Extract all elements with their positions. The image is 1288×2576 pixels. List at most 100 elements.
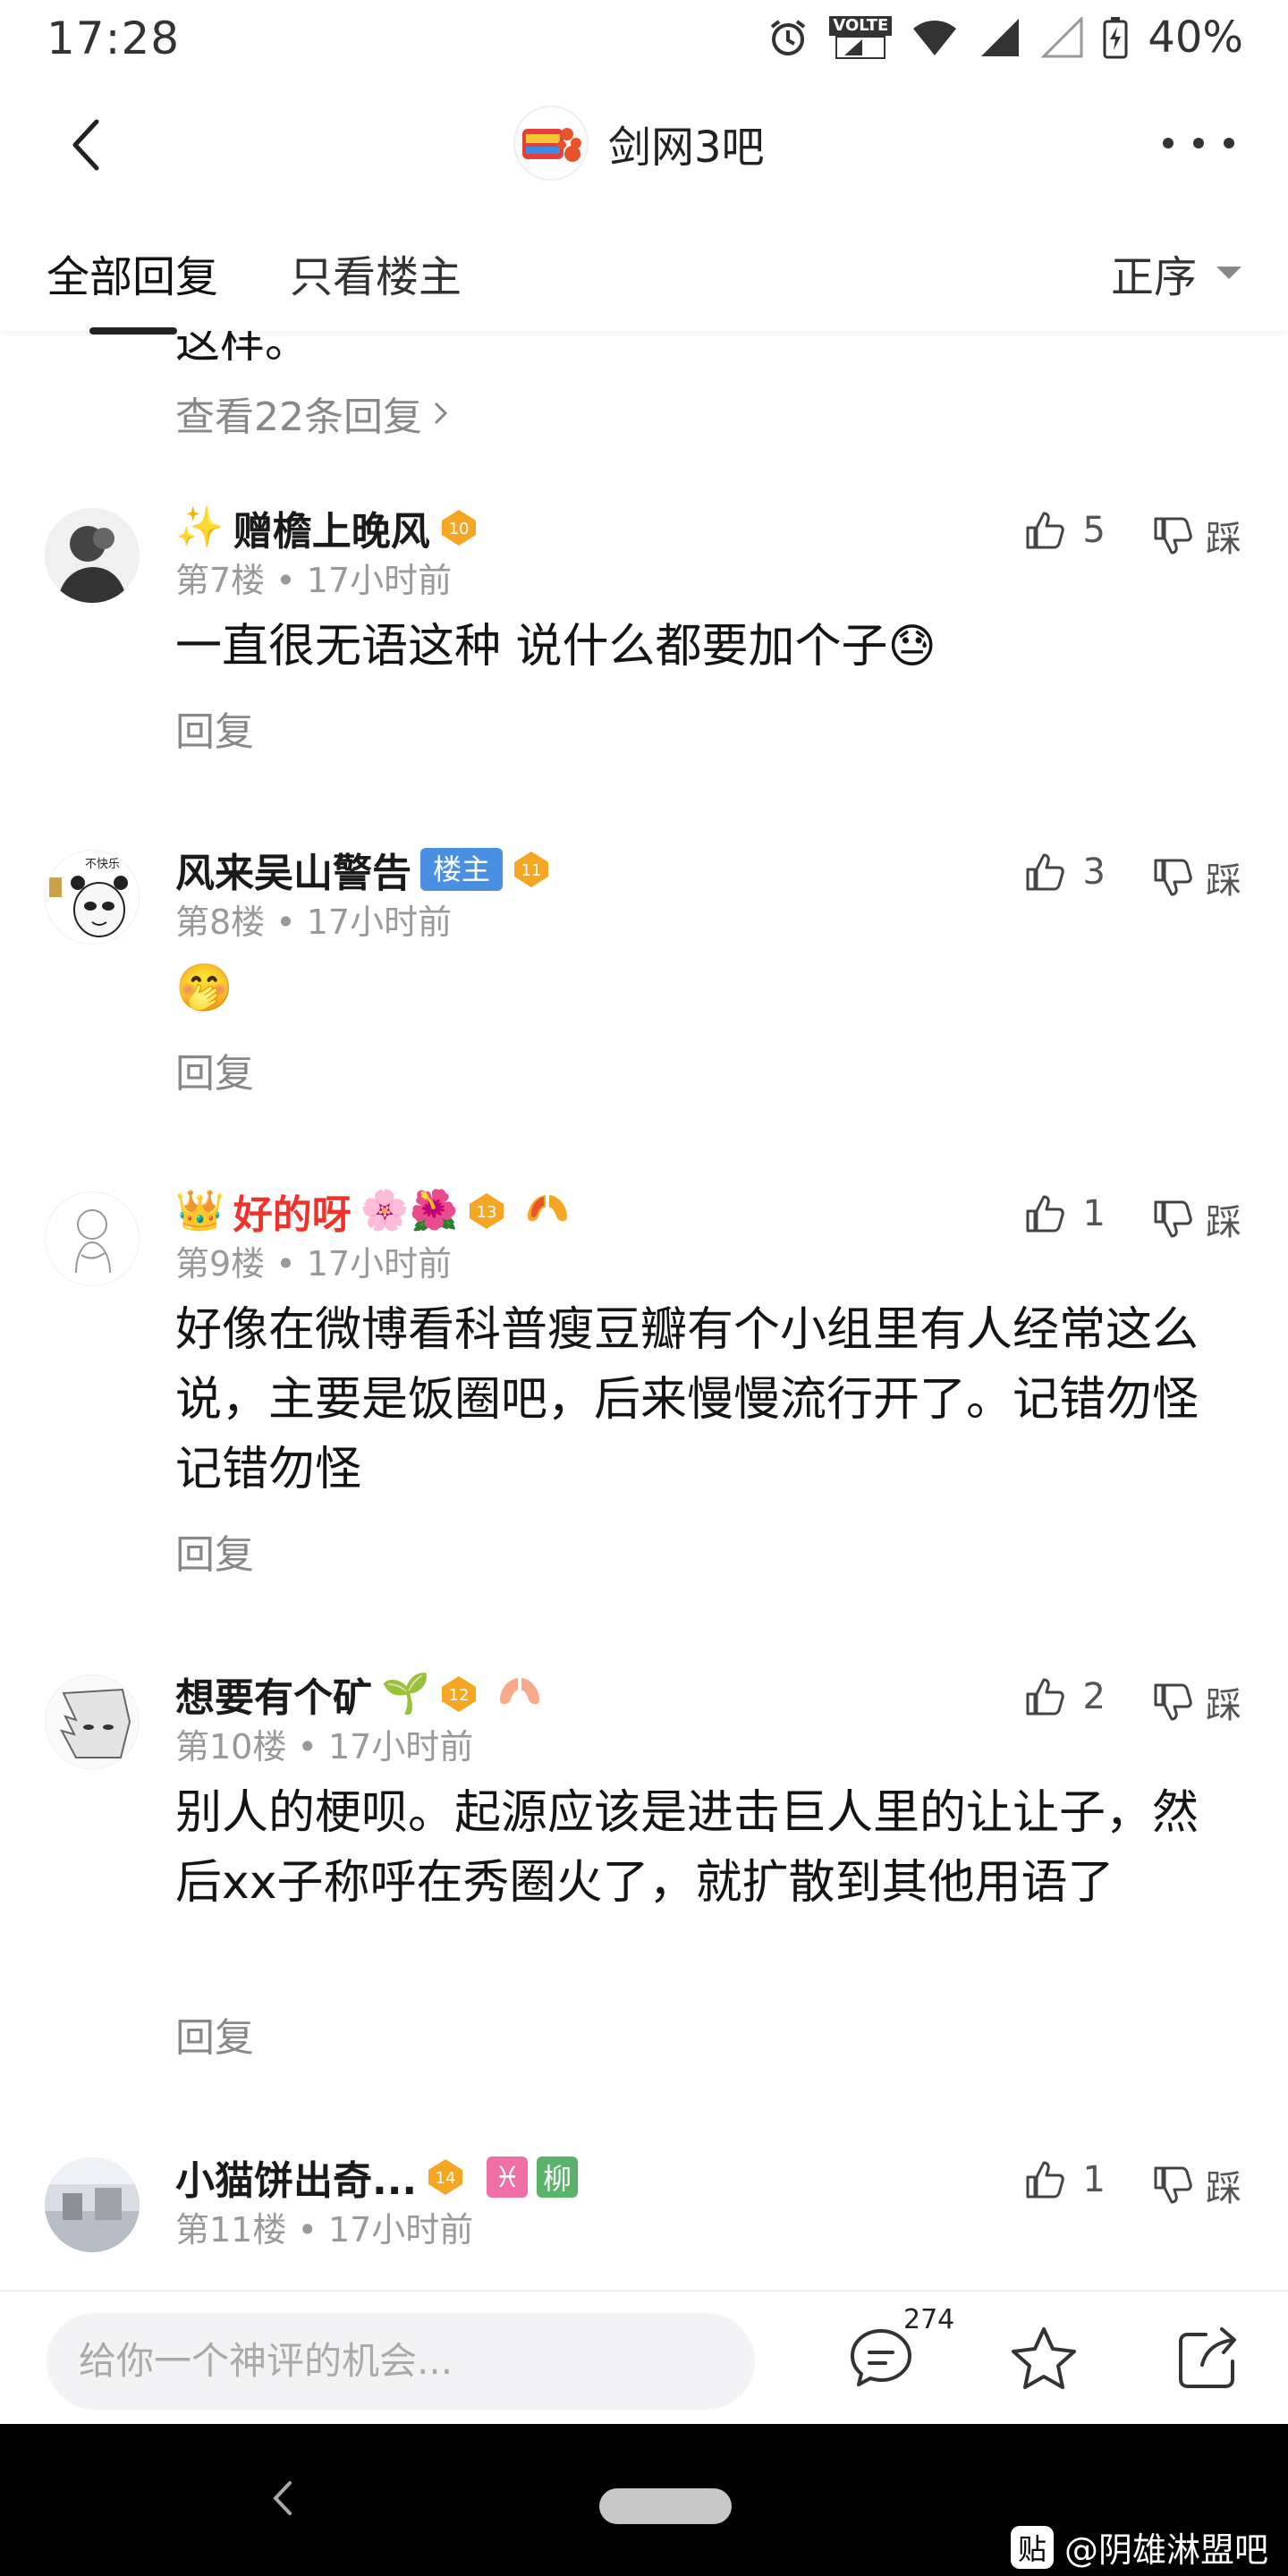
like-button[interactable]: 1 [1024, 2159, 1106, 2200]
reply-button[interactable]: 回复 [175, 1041, 254, 1098]
reply-content: 别人的梗呗。起源应该是进击巨人里的让让子，然后xx子称呼在秀圈火了，就扩散到其他… [175, 1786, 1199, 1910]
username[interactable]: 小猫饼出奇... [175, 2148, 417, 2206]
reply-button[interactable]: 回复 [175, 1522, 254, 1580]
post-time: 17小时前 [306, 902, 453, 942]
sparkle-emoji: ✨ [175, 504, 225, 550]
level-number: 13 [477, 1203, 497, 1222]
dislike-button[interactable]: 踩 [1152, 1676, 1241, 1728]
username[interactable]: 好的呀 [233, 1182, 352, 1240]
volte-icon: VOLTE [829, 16, 893, 59]
more-button[interactable] [1163, 125, 1234, 161]
volte-label: VOLTE [829, 16, 893, 36]
covering-mouth-emoji: 🤭 [175, 962, 233, 1015]
comment-count: 274 [903, 2304, 955, 2335]
like-count: 1 [1082, 1193, 1106, 1234]
avatar[interactable]: 不快乐 [45, 850, 140, 945]
level-number: 10 [448, 520, 469, 538]
like-count: 5 [1082, 510, 1106, 551]
sweat-emoji: 😓 [887, 620, 936, 674]
floor-meta: 第8楼 • 17小时前 [175, 902, 453, 942]
back-button[interactable] [54, 109, 125, 181]
lung-badge-icon [526, 1191, 569, 1231]
system-home-pill[interactable] [599, 2488, 732, 2524]
dislike-button[interactable]: 踩 [1152, 852, 1241, 903]
reply-content: 好像在微博看科普瘦豆瓣有个小组里有人经常这么说，主要是饭圈吧，后来慢慢流行开了。… [175, 1303, 1199, 1496]
reply-content: 一直很无语这种 说什么都要加个子😓 [175, 612, 1231, 682]
forum-logo [513, 106, 589, 181]
like-count: 1 [1082, 2159, 1106, 2200]
level-badge-icon: 14 [426, 2157, 465, 2197]
floor-number: 第8楼 [175, 902, 266, 942]
school-tag: 柳 [537, 2157, 579, 2198]
post-time: 17小时前 [306, 1244, 453, 1284]
username[interactable]: 赠檐上晚风 [233, 499, 430, 556]
username-row: 小猫饼出奇... 14 ♓ 柳 [175, 2148, 579, 2206]
post-time: 17小时前 [306, 561, 453, 600]
tab-all-replies[interactable]: 全部回复 [47, 242, 218, 304]
view-replies-label: 查看22条回复 [175, 394, 422, 440]
dislike-label: 踩 [1206, 519, 1241, 560]
like-button[interactable]: 5 [1024, 510, 1106, 551]
chevron-right-icon [434, 402, 448, 425]
reply-text: 一直很无语这种 说什么都要加个子 [175, 620, 888, 674]
dislike-button[interactable]: 踩 [1152, 2159, 1241, 2211]
floor-meta: 第7楼 • 17小时前 [175, 561, 453, 600]
share-button[interactable] [1166, 2318, 1247, 2399]
battery-percent: 40% [1148, 13, 1243, 63]
level-number: 12 [448, 1686, 469, 1705]
floor-meta: 第9楼 • 17小时前 [175, 1244, 453, 1284]
favorite-button[interactable] [1004, 2318, 1084, 2399]
avatar[interactable] [45, 2157, 140, 2252]
floor-meta: 第10楼 • 17小时前 [175, 1727, 474, 1767]
like-count: 2 [1082, 1676, 1106, 1717]
thumbs-up-icon [1026, 2161, 1064, 2199]
op-badge: 楼主 [420, 848, 504, 891]
tieba-logo-icon: 贴 [1010, 2525, 1054, 2569]
avatar[interactable] [45, 508, 140, 603]
username-row: ✨ 赠檐上晚风 10 [175, 501, 479, 555]
watermark: 贴 @阴雄淋盟吧 [1010, 2522, 1268, 2572]
comment-input[interactable] [47, 2313, 755, 2410]
thumbs-down-icon [1154, 517, 1192, 555]
like-button[interactable]: 2 [1024, 1676, 1106, 1717]
avatar[interactable] [45, 1674, 140, 1769]
tab-indicator [89, 327, 177, 335]
floor-number: 第9楼 [175, 1244, 266, 1284]
forum-header[interactable]: 剑网3吧 [513, 106, 765, 181]
username-row: 👑 好的呀 🌸🌺 13 [175, 1184, 569, 1238]
username[interactable]: 风来吴山警告 [175, 841, 411, 898]
dislike-button[interactable]: 踩 [1152, 510, 1241, 562]
thumbs-up-icon [1026, 1678, 1064, 1716]
floor-meta: 第11楼 • 17小时前 [175, 2210, 474, 2250]
thumbs-up-icon [1026, 1195, 1064, 1233]
like-button[interactable]: 3 [1024, 852, 1106, 893]
reply-button[interactable]: 回复 [175, 699, 254, 757]
view-replies-link[interactable]: 查看22条回复 [175, 385, 451, 442]
dislike-button[interactable]: 踩 [1152, 1193, 1241, 1245]
status-bar: 17:28 VOLTE 40% [0, 0, 1288, 80]
sort-dropdown[interactable]: 正序 [1111, 242, 1241, 304]
level-badge-icon: 11 [512, 850, 551, 889]
username[interactable]: 想要有个矿 [175, 1665, 372, 1723]
thumbs-down-icon [1154, 1683, 1192, 1721]
reply-content: 🤭 [175, 953, 1231, 1023]
dislike-label: 踩 [1206, 2168, 1241, 2209]
battery-charging-icon [1103, 16, 1128, 59]
avatar-caption: 不快乐 [85, 858, 121, 871]
title-bar: 剑网3吧 [0, 89, 1288, 206]
more-dots-icon [1163, 138, 1174, 148]
alarm-icon [767, 16, 809, 59]
forum-name: 剑网3吧 [608, 123, 765, 173]
flower-emojis: 🌸🌺 [360, 1188, 459, 1233]
like-button[interactable]: 1 [1024, 1193, 1106, 1234]
like-count: 3 [1082, 852, 1106, 893]
post-time: 17小时前 [327, 2210, 474, 2250]
avatar[interactable] [45, 1191, 140, 1286]
prev-reply-text: 这样。 [175, 331, 309, 368]
level-badge-icon: 10 [439, 508, 479, 547]
tab-op-only[interactable]: 只看楼主 [290, 242, 462, 304]
system-back-button[interactable] [265, 2476, 301, 2521]
reply-feed[interactable]: 这样。 查看22条回复 ✨ 赠檐上晚风 10 第7楼 • 17小时前 5 踩 一… [0, 331, 1288, 2290]
reply-button[interactable]: 回复 [175, 2005, 254, 2063]
dislike-label: 踩 [1206, 1202, 1241, 1243]
